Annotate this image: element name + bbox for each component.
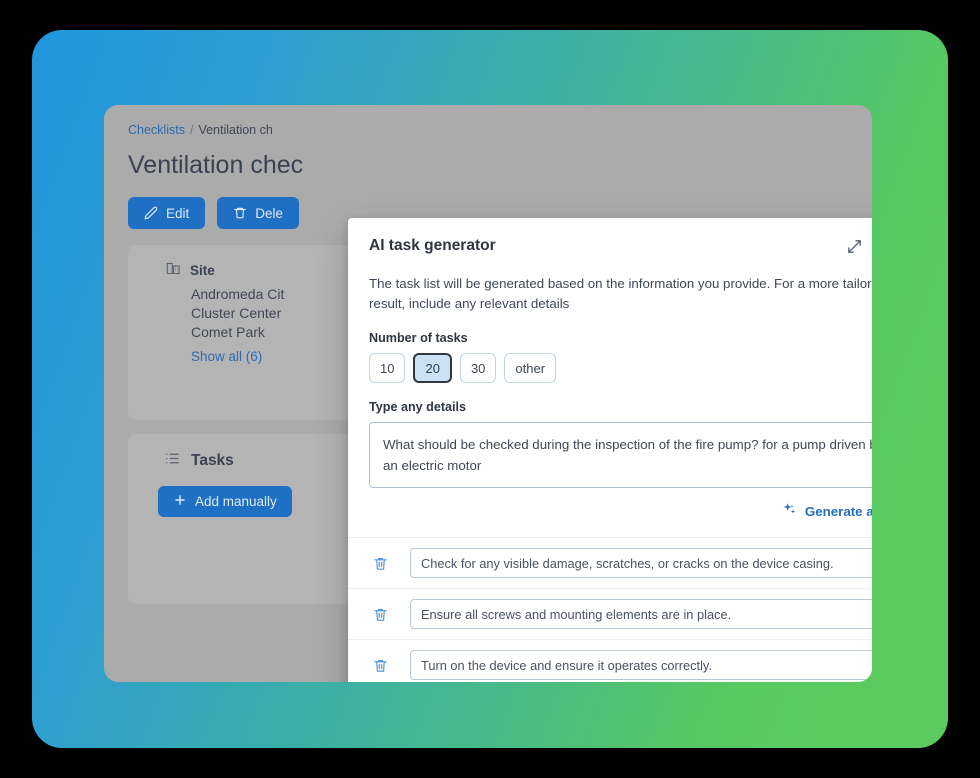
edit-button[interactable]: Edit [128, 197, 206, 229]
trash-icon [233, 206, 247, 220]
delete-button[interactable]: Dele [217, 197, 300, 229]
tasks-heading-label: Tasks [191, 452, 234, 469]
edit-button-label: Edit [166, 205, 190, 221]
ai-task-generator-dialog: AI task generator The task list will be … [348, 218, 872, 682]
task-row: Check for any visible damage, scratches,… [348, 538, 872, 589]
number-of-tasks-label: Number of tasks [369, 331, 468, 345]
task-row: Turn on the device and ensure it operate… [348, 640, 872, 682]
dialog-header: AI task generator [348, 218, 872, 256]
generated-task-list: Check for any visible damage, scratches,… [348, 537, 872, 682]
count-option-30[interactable]: 30 [459, 353, 497, 383]
breadcrumb-current: Ventilation ch [198, 123, 273, 137]
page-title: Ventilation chec [128, 151, 304, 179]
breadcrumb-separator: / [189, 123, 194, 137]
generate-again-label: Generate again [804, 503, 872, 519]
task-row: Ensure all screws and mounting elements … [348, 589, 872, 640]
task-input[interactable]: Turn on the device and ensure it operate… [410, 650, 872, 680]
details-textarea[interactable]: What should be checked during the inspec… [369, 422, 872, 488]
count-option-10[interactable]: 10 [369, 353, 406, 383]
task-input[interactable]: Ensure all screws and mounting elements … [410, 599, 872, 629]
breadcrumb-root[interactable]: Checklists [128, 123, 185, 137]
trash-icon[interactable] [369, 603, 391, 625]
trash-icon[interactable] [369, 654, 391, 676]
dialog-header-icons [844, 236, 872, 256]
app-page-card: Checklists / Ventilation ch Ventilation ch… [104, 105, 872, 682]
generate-again-row: Generate again [348, 488, 872, 520]
delete-button-label: Dele [255, 205, 284, 221]
dialog-scroll-area: The task list will be generated based on… [348, 256, 872, 682]
expand-icon[interactable] [844, 236, 864, 256]
breadcrumb: Checklists / Ventilation ch [128, 123, 854, 137]
generate-again-button[interactable]: Generate again [782, 502, 872, 520]
building-icon [166, 261, 181, 279]
pencil-icon [144, 206, 158, 220]
screenshot-root: Checklists / Ventilation ch Ventilation ch… [0, 0, 980, 778]
dialog-intro-text: The task list will be generated based on… [369, 276, 872, 311]
add-manually-label: Add manually [195, 494, 277, 509]
details-label: Type any details [369, 400, 467, 414]
sparkle-icon [782, 502, 797, 520]
add-manually-button[interactable]: Add manually [158, 486, 292, 517]
count-option-20[interactable]: 20 [413, 353, 452, 383]
dialog-title: AI task generator [369, 237, 496, 254]
task-input[interactable]: Check for any visible damage, scratches,… [410, 548, 872, 578]
count-option-other[interactable]: other [504, 353, 557, 383]
list-icon [164, 450, 181, 472]
number-of-tasks-options: 10 20 30 other [348, 345, 872, 383]
app-window-frame: Checklists / Ventilation ch Ventilation ch… [32, 30, 948, 748]
dialog-scroll-content: The task list will be generated based on… [348, 256, 872, 682]
plus-icon [173, 493, 187, 510]
trash-icon[interactable] [369, 552, 391, 574]
site-info-heading-label: Site [190, 262, 215, 278]
